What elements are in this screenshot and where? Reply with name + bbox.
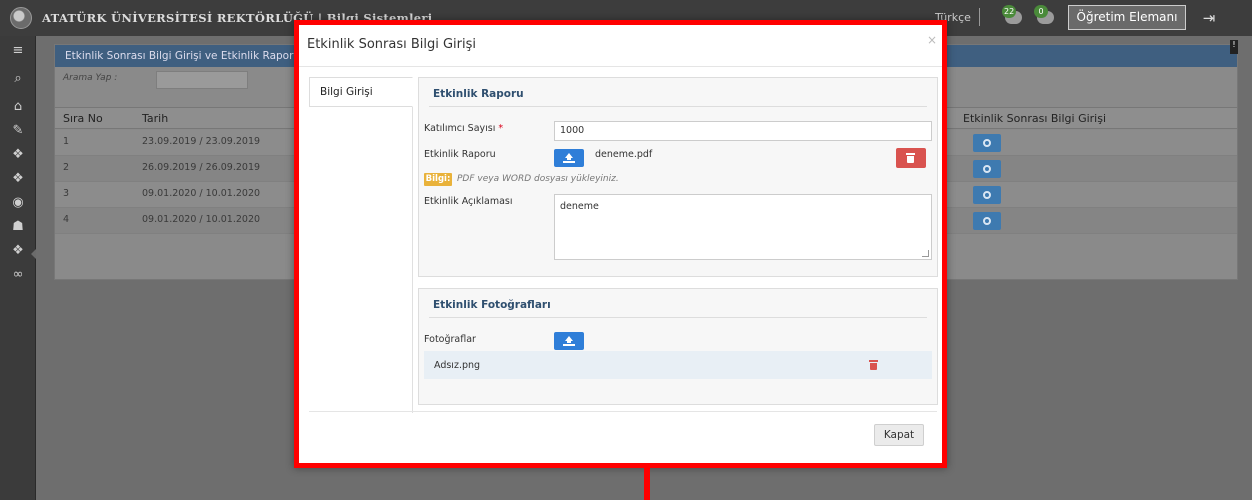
row-number: 2 xyxy=(63,162,70,173)
photo-list-item: Adsız.png xyxy=(424,351,932,379)
tab-list: Bilgi Girişi xyxy=(309,77,413,413)
messages-count: 0 xyxy=(1034,5,1048,18)
dashboard-icon[interactable]: ◉ xyxy=(9,194,27,212)
university-logo xyxy=(10,7,32,29)
delete-report-button[interactable] xyxy=(896,148,926,168)
row-number: 3 xyxy=(63,188,70,199)
column-header: Etkinlik Sonrası Bilgi Girişi xyxy=(963,112,1107,125)
description-label: Etkinlik Açıklaması xyxy=(424,196,513,207)
photo-file-name[interactable]: Adsız.png xyxy=(434,360,480,371)
info-badge: Bilgi: xyxy=(424,173,452,186)
section-title: Etkinlik Fotoğrafları xyxy=(433,299,551,311)
cubes-icon-2[interactable]: ❖ xyxy=(9,170,27,188)
column-header: Sıra No xyxy=(63,112,103,125)
sidebar: ≡ ⌕ ⌂ ✎ ❖ ❖ ◉ ☗ ❖ ∞ xyxy=(0,36,37,500)
report-section: Etkinlik Raporu Katılımcı Sayısı * 1000 … xyxy=(418,77,938,277)
cubes-icon-3[interactable]: ❖ xyxy=(9,242,27,260)
info-entry-modal: Etkinlik Sonrası Bilgi Girişi × Bilgi Gi… xyxy=(294,20,947,468)
section-title: Etkinlik Raporu xyxy=(433,88,524,100)
side-tab[interactable]: ! xyxy=(1230,40,1238,54)
photos-section: Etkinlik Fotoğrafları Fotoğraflar Adsız.… xyxy=(418,288,938,405)
info-text: PDF veya WORD dosyası yükleyiniz. xyxy=(457,174,619,184)
close-button[interactable]: Kapat xyxy=(874,424,924,446)
delete-photo-icon[interactable] xyxy=(869,360,878,370)
participants-input[interactable]: 1000 xyxy=(554,121,932,141)
divider xyxy=(429,317,927,318)
search-label: Arama Yap : xyxy=(63,73,118,83)
participants-label: Katılımcı Sayısı * xyxy=(424,123,504,134)
row-number: 4 xyxy=(63,214,70,225)
description-textarea[interactable]: deneme xyxy=(554,194,932,260)
cubes-icon[interactable]: ❖ xyxy=(9,146,27,164)
search-icon[interactable]: ⌕ xyxy=(9,70,27,88)
report-label: Etkinlik Raporu xyxy=(424,149,496,160)
modal-footer-divider xyxy=(309,411,937,412)
upload-report-button[interactable] xyxy=(554,149,584,167)
users-icon[interactable]: ☗ xyxy=(9,218,27,236)
logout-icon[interactable]: ⇥ xyxy=(1200,9,1218,27)
row-date: 09.01.2020 / 10.01.2020 xyxy=(142,214,261,225)
modal-title: Etkinlik Sonrası Bilgi Girişi xyxy=(307,37,477,52)
upload-photo-button[interactable] xyxy=(554,332,584,350)
role-button[interactable]: Öğretim Elemanı xyxy=(1068,5,1186,30)
report-file-name[interactable]: deneme.pdf xyxy=(595,149,652,160)
tab-info-entry[interactable]: Bilgi Girişi xyxy=(309,77,413,107)
divider xyxy=(429,106,927,107)
row-date: 26.09.2019 / 26.09.2019 xyxy=(142,162,261,173)
column-header: Tarih xyxy=(142,112,169,125)
modal-header: Etkinlik Sonrası Bilgi Girişi × xyxy=(299,25,942,67)
notifications-icon[interactable]: 22 xyxy=(1002,5,1026,29)
required-mark: * xyxy=(498,123,504,134)
trash-icon xyxy=(906,153,915,163)
add-info-button[interactable] xyxy=(973,212,1001,230)
add-info-button[interactable] xyxy=(973,186,1001,204)
link-icon[interactable]: ∞ xyxy=(9,266,27,284)
photos-label: Fotoğraflar xyxy=(424,334,476,345)
divider xyxy=(979,8,980,26)
messages-icon[interactable]: 0 xyxy=(1034,5,1058,29)
add-info-button[interactable] xyxy=(973,160,1001,178)
highlight-pointer xyxy=(644,468,650,500)
notifications-count: 22 xyxy=(1002,5,1017,18)
close-icon[interactable]: × xyxy=(927,33,937,47)
search-input[interactable] xyxy=(156,71,248,89)
pencil-icon[interactable]: ✎ xyxy=(9,122,27,140)
add-info-button[interactable] xyxy=(973,134,1001,152)
row-date: 09.01.2020 / 10.01.2020 xyxy=(142,188,261,199)
row-number: 1 xyxy=(63,136,70,147)
home-icon[interactable]: ⌂ xyxy=(9,98,27,116)
row-date: 23.09.2019 / 23.09.2019 xyxy=(142,136,261,147)
menu-icon[interactable]: ≡ xyxy=(9,42,27,60)
